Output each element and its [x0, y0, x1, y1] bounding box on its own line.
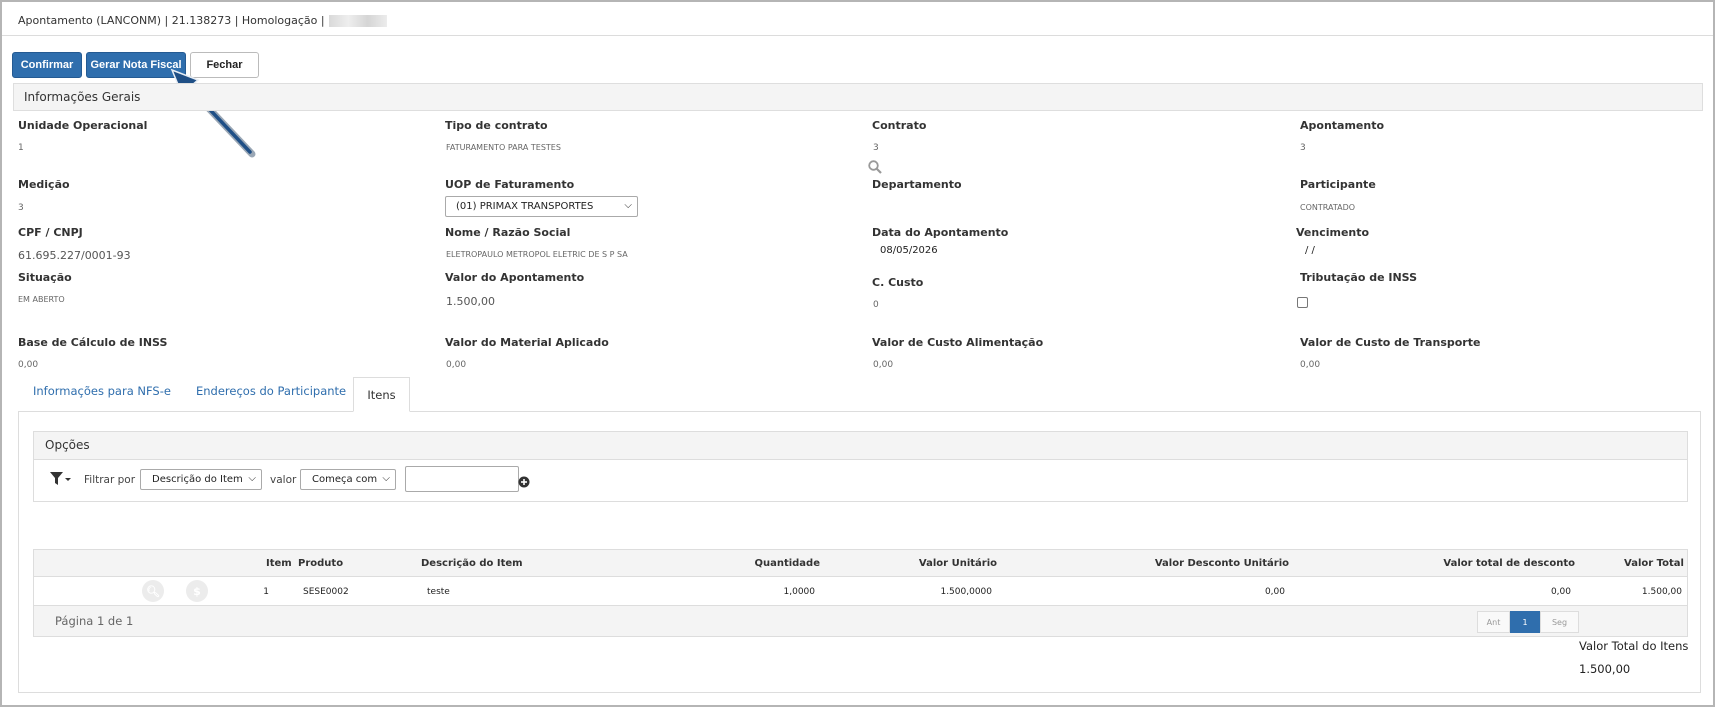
next-page-button[interactable]: Seg [1540, 611, 1579, 633]
tab-participant-addresses[interactable]: Endereços do Participante [196, 384, 346, 398]
cell-total-discount: 0,00 [1550, 587, 1571, 597]
filter-field-select[interactable]: Descrição do Item ⌵ [140, 469, 262, 490]
uop-billing-selected: (01) PRIMAX TRANSPORTES [456, 201, 594, 212]
apontamento-value: 3 [1300, 143, 1306, 153]
filter-field-selected: Descrição do Item [152, 474, 243, 485]
col-total-value[interactable]: Valor Total [1624, 558, 1684, 569]
cpf-cnpj-label: CPF / CNPJ [18, 226, 83, 239]
uop-billing-select[interactable]: (01) PRIMAX TRANSPORTES ⌵ [445, 196, 638, 217]
cell-unit-value: 1.500,0000 [940, 587, 992, 597]
entry-value-label: Valor do Apontamento [445, 271, 585, 284]
value-label: valor [270, 474, 297, 486]
contract-label: Contrato [872, 119, 927, 132]
inss-base-value: 0,00 [18, 360, 39, 370]
cell-item: 1 [263, 587, 269, 597]
general-info-title: Informações Gerais [24, 90, 141, 104]
operator-selected: Começa com [312, 474, 378, 485]
general-info-header: Informações Gerais [13, 83, 1703, 111]
uop-billing-label: UOP de Faturamento [445, 178, 575, 191]
material-value-label: Valor do Material Aplicado [445, 336, 609, 349]
entry-date-value[interactable]: 08/05/2026 [880, 245, 938, 256]
cpf-cnpj-value: 61.695.227/0001-93 [18, 249, 131, 262]
cell-quantity: 1,0000 [783, 587, 816, 597]
inss-taxation-label: Tributação de INSS [1300, 271, 1418, 284]
col-item[interactable]: Item [266, 558, 292, 569]
filter-value-input[interactable] [405, 466, 519, 492]
due-date-value[interactable]: / / [1305, 245, 1315, 256]
col-product[interactable]: Produto [298, 558, 343, 569]
col-quantity[interactable]: Quantidade [754, 558, 820, 569]
title-bar: Apontamento (LANCONM) | 21.138273 | Homo… [2, 2, 1713, 36]
entry-value: 1.500,00 [446, 295, 495, 308]
operational-unit-label: Unidade Operacional [18, 119, 148, 132]
cell-unit-discount: 0,00 [1264, 587, 1285, 597]
options-panel: Opções [33, 431, 1688, 502]
filter-by-label: Filtrar por [84, 474, 136, 486]
cell-description: teste [427, 587, 450, 597]
filter-icon[interactable] [50, 472, 72, 486]
cost-center-label: C. Custo [872, 276, 924, 289]
operator-select[interactable]: Começa com ⌵ [300, 469, 396, 490]
search-icon[interactable] [868, 160, 882, 174]
add-filter-icon[interactable] [518, 476, 530, 488]
tab-nfse-info[interactable]: Informações para NFS-e [33, 384, 171, 398]
items-total-label: Valor Total do Itens [1579, 639, 1689, 653]
price-icon[interactable]: $ [186, 580, 208, 602]
col-unit-discount[interactable]: Valor Desconto Unitário [1155, 558, 1289, 569]
col-description[interactable]: Descrição do Item [421, 558, 523, 569]
participant-label: Participante [1300, 178, 1376, 191]
medicao-value: 3 [18, 203, 24, 213]
view-item-icon[interactable]: 🔍︎ [142, 580, 164, 602]
table-header: Item Produto Descrição do Item Quantidad… [34, 550, 1687, 577]
company-name-value: ELETROPAULO METROPOL ELETRIC DE S P SA [446, 250, 628, 259]
cell-product: SESE0002 [303, 587, 349, 597]
medicao-label: Medição [18, 178, 70, 191]
due-date-label: Vencimento [1296, 226, 1370, 239]
contract-type-label: Tipo de contrato [445, 119, 548, 132]
chevron-down-icon: ⌵ [624, 200, 632, 211]
page-info: Página 1 de 1 [55, 614, 134, 628]
window-title: Apontamento (LANCONM) | 21.138273 | Homo… [18, 14, 387, 27]
contract-value: 3 [873, 143, 879, 153]
status-value: EM ABERTO [18, 295, 65, 304]
chevron-down-icon: ⌵ [382, 473, 390, 484]
food-cost-value: 0,00 [873, 360, 894, 370]
food-cost-label: Valor de Custo Alimentação [872, 336, 1044, 349]
cost-center-value: 0 [873, 300, 879, 310]
items-total-value: 1.500,00 [1579, 662, 1631, 676]
transport-cost-value: 0,00 [1300, 360, 1321, 370]
cell-total-value: 1.500,00 [1641, 587, 1682, 597]
transport-cost-label: Valor de Custo de Transporte [1300, 336, 1481, 349]
tab-items[interactable]: Itens [353, 377, 410, 412]
contract-type-value: FATURAMENTO PARA TESTES [446, 143, 561, 152]
department-label: Departamento [872, 178, 962, 191]
options-title: Opções [34, 432, 1687, 460]
col-unit-value[interactable]: Valor Unitário [919, 558, 997, 569]
inss-base-label: Base de Cálculo de INSS [18, 336, 168, 349]
table-footer: Página 1 de 1 Ant 1 Seg [34, 606, 1687, 636]
material-value: 0,00 [446, 360, 467, 370]
inss-taxation-checkbox[interactable] [1297, 297, 1308, 308]
current-page-button[interactable]: 1 [1510, 611, 1540, 633]
col-total-discount[interactable]: Valor total de desconto [1443, 558, 1575, 569]
operational-unit-value: 1 [18, 143, 24, 153]
status-label: Situação [18, 271, 72, 284]
apontamento-label: Apontamento [1300, 119, 1385, 132]
entry-date-label: Data do Apontamento [872, 226, 1009, 239]
items-table: Item Produto Descrição do Item Quantidad… [33, 549, 1688, 637]
redacted-user [328, 15, 387, 27]
table-row[interactable]: 🔍︎ $ 1 SESE0002 teste 1,0000 1.500,0000 … [34, 577, 1687, 606]
confirm-button[interactable]: Confirmar [12, 52, 82, 78]
participant-value: CONTRATADO [1300, 203, 1356, 212]
chevron-down-icon: ⌵ [248, 473, 256, 484]
company-name-label: Nome / Razão Social [445, 226, 571, 239]
prev-page-button[interactable]: Ant [1477, 611, 1510, 633]
